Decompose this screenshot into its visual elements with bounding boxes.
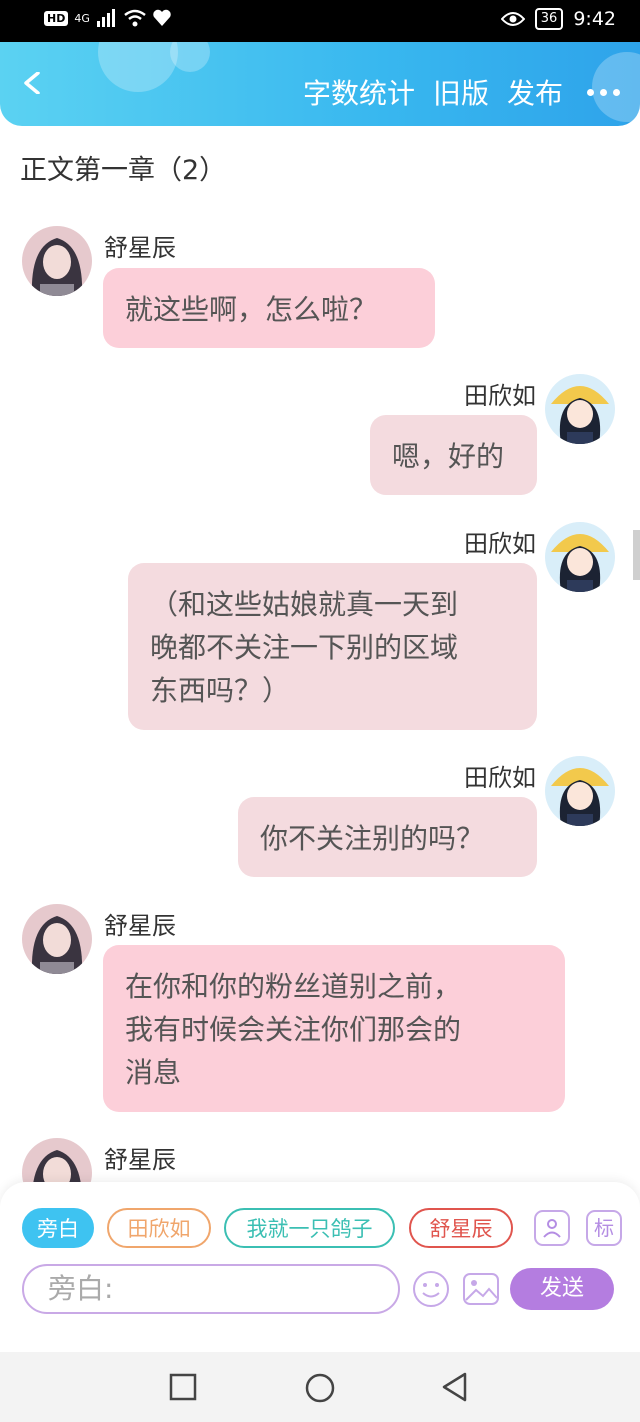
message-line: 我有时候会关注你们那会的 xyxy=(125,1013,462,1046)
avatar[interactable] xyxy=(545,522,615,592)
more-icon[interactable] xyxy=(587,88,620,96)
message-bubble[interactable]: 嗯，好的 xyxy=(370,415,537,495)
sender-name: 田欣如 xyxy=(464,764,536,792)
message-line: （和这些姑娘就真一天到 xyxy=(150,588,459,621)
sender-name: 舒星辰 xyxy=(104,912,176,940)
message-line: 你不关注别的吗？ xyxy=(260,822,485,855)
person-card-icon[interactable] xyxy=(534,1210,570,1246)
eye-icon xyxy=(500,12,525,26)
avatar[interactable] xyxy=(22,904,92,974)
character-chip-tian-xinru[interactable]: 田欣如 xyxy=(107,1208,211,1248)
sender-name: 田欣如 xyxy=(464,382,536,410)
avatar[interactable] xyxy=(22,226,92,296)
tag-label: 标 xyxy=(594,1216,614,1240)
network-indicator: 4G xyxy=(74,11,90,25)
dialogue-input[interactable]: 旁白: xyxy=(22,1264,400,1314)
message-bubble[interactable]: 在你和你的粉丝道别之前， 我有时候会关注你们那会的 消息 xyxy=(103,945,565,1112)
message-line: 晚都不关注一下别的区域 xyxy=(150,631,459,664)
wifi-icon xyxy=(124,9,146,27)
tag-icon[interactable]: 标 xyxy=(586,1210,622,1246)
publish-button[interactable]: 发布 xyxy=(507,72,563,112)
system-nav-bar xyxy=(0,1352,640,1422)
message-line: 消息 xyxy=(125,1056,182,1089)
avatar[interactable] xyxy=(545,756,615,826)
message-line: 嗯，好的 xyxy=(392,440,505,473)
recent-apps-icon[interactable] xyxy=(169,1373,197,1401)
scrollbar[interactable] xyxy=(633,530,640,580)
battery-indicator: 36 xyxy=(534,8,564,30)
old-version-button[interactable]: 旧版 xyxy=(433,72,489,112)
message-line: 在你和你的粉丝道别之前， xyxy=(125,970,462,1003)
chapter-title: 正文第一章（2） xyxy=(20,155,227,186)
image-icon[interactable] xyxy=(462,1270,500,1308)
message-line: 东西吗？） xyxy=(150,674,291,707)
character-chip-pigeon[interactable]: 我就一只鸽子 xyxy=(224,1208,395,1248)
header-bar: 字数统计 旧版 发布 xyxy=(0,42,640,126)
avatar[interactable] xyxy=(545,374,615,444)
character-chip-narrator[interactable]: 旁白 xyxy=(22,1208,94,1248)
sender-name: 田欣如 xyxy=(464,530,536,558)
message-bubble[interactable]: 你不关注别的吗？ xyxy=(238,797,537,877)
home-icon[interactable] xyxy=(304,1372,336,1404)
sender-name: 舒星辰 xyxy=(104,234,176,262)
clock: 9:42 xyxy=(573,8,616,30)
send-button[interactable]: 发送 xyxy=(510,1268,614,1310)
message-bubble[interactable]: （和这些姑娘就真一天到 晚都不关注一下别的区域 东西吗？） xyxy=(128,563,537,730)
character-chip-shu-xingchen[interactable]: 舒星辰 xyxy=(409,1208,513,1248)
compose-panel: 旁白 田欣如 我就一只鸽子 舒星辰 标 旁白: 发送 xyxy=(0,1182,640,1352)
nav-back-icon[interactable] xyxy=(440,1371,470,1403)
hd-indicator: HD xyxy=(44,10,69,26)
sender-name: 舒星辰 xyxy=(104,1146,176,1174)
emoji-icon[interactable] xyxy=(412,1270,450,1308)
message-line: 就这些啊，怎么啦？ xyxy=(125,293,378,326)
back-icon[interactable] xyxy=(22,72,44,94)
message-bubble[interactable]: 就这些啊，怎么啦？ xyxy=(103,268,435,348)
signal-icon xyxy=(96,9,115,27)
word-count-button[interactable]: 字数统计 xyxy=(303,72,415,112)
status-bar: HD 4G 36 9:42 xyxy=(0,0,640,42)
input-placeholder: 旁白: xyxy=(48,1272,114,1305)
heart-rate-icon xyxy=(153,9,171,27)
